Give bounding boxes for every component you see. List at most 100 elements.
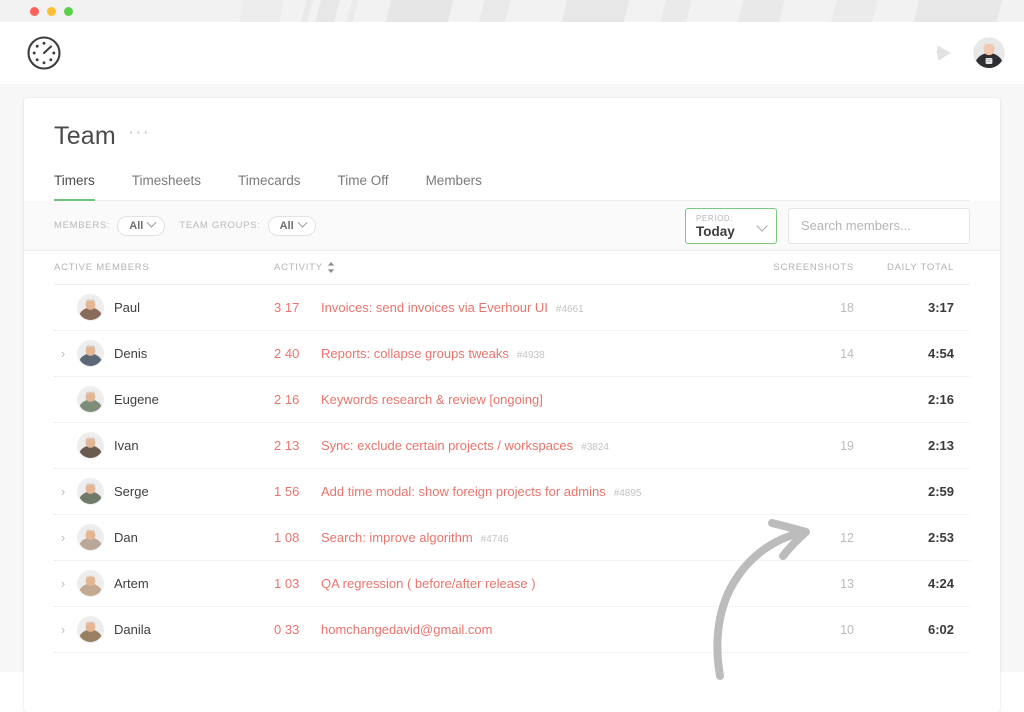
everhour-timer-logo-icon[interactable] <box>26 35 62 71</box>
member-cell: › Serge <box>54 479 274 504</box>
column-header-screenshots: SCREENSHOTS <box>744 262 854 273</box>
team-card: Team ··· Timers Timesheets Timecards Tim… <box>24 98 1000 712</box>
close-window-button[interactable] <box>30 7 39 16</box>
running-timer: 1 08 <box>274 530 321 545</box>
screenshots-count[interactable]: 14 <box>744 347 854 361</box>
avatar <box>78 617 103 642</box>
task-link[interactable]: Add time modal: show foreign projects fo… <box>321 484 606 499</box>
column-header-activity: ACTIVITY <box>274 262 744 273</box>
activity-sort-button[interactable]: ACTIVITY <box>274 262 335 273</box>
tab-timesheets[interactable]: Timesheets <box>132 173 201 200</box>
tab-bar: Timers Timesheets Timecards Time Off Mem… <box>54 173 970 201</box>
daily-total: 4:24 <box>854 576 954 591</box>
running-timer: 2 13 <box>274 438 321 453</box>
table-header-row: ACTIVE MEMBERS ACTIVITY SCREENSHOTS DAIL… <box>54 251 970 285</box>
members-filter-value: All <box>129 220 143 232</box>
maximize-window-button[interactable] <box>64 7 73 16</box>
period-select[interactable]: PERIOD: Today <box>685 208 777 244</box>
expand-row-icon[interactable]: › <box>54 531 72 544</box>
screenshots-count[interactable]: 18 <box>744 301 854 315</box>
daily-total: 2:53 <box>854 530 954 545</box>
team-groups-filter-value: All <box>280 220 294 232</box>
screenshots-count[interactable]: 19 <box>744 439 854 453</box>
running-timer: 2 40 <box>274 346 321 361</box>
expand-row-icon[interactable]: › <box>54 347 72 360</box>
period-value: Today <box>696 224 735 239</box>
table-row[interactable]: ›Paul3 17Invoices: send invoices via Eve… <box>54 285 970 331</box>
avatar <box>78 571 103 596</box>
member-name: Dan <box>114 530 138 545</box>
table-row[interactable]: ›Eugene2 16Keywords research & review [o… <box>54 377 970 423</box>
team-groups-filter-select[interactable]: All <box>268 216 316 236</box>
running-timer: 0 33 <box>274 622 321 637</box>
team-groups-filter: TEAM GROUPS: All <box>179 216 315 236</box>
avatar <box>78 341 103 366</box>
filter-bar-left: MEMBERS: All TEAM GROUPS: All <box>54 216 316 236</box>
running-timer: 1 03 <box>274 576 321 591</box>
avatar <box>78 387 103 412</box>
window-titlebar <box>0 0 1024 22</box>
app-header-actions <box>932 38 1004 68</box>
tab-time-off[interactable]: Time Off <box>338 173 389 200</box>
task-link[interactable]: Sync: exclude certain projects / workspa… <box>321 438 573 453</box>
minimize-window-button[interactable] <box>47 7 56 16</box>
running-timer: 2 16 <box>274 392 321 407</box>
expand-row-icon[interactable]: › <box>54 623 72 636</box>
member-cell: › Artem <box>54 571 274 596</box>
expand-row-icon[interactable]: › <box>54 577 72 590</box>
task-link[interactable]: homchangedavid@gmail.com <box>321 622 492 637</box>
activity-cell: 1 03QA regression ( before/after release… <box>274 576 744 591</box>
chevron-down-icon <box>297 218 307 228</box>
member-name: Eugene <box>114 392 159 407</box>
table-row[interactable]: ›Ivan2 13Sync: exclude certain projects … <box>54 423 970 469</box>
expand-row-icon[interactable]: › <box>54 485 72 498</box>
user-avatar[interactable] <box>974 38 1004 68</box>
task-link[interactable]: Invoices: send invoices via Everhour UI <box>321 300 548 315</box>
browser-window: Team ··· Timers Timesheets Timecards Tim… <box>0 0 1024 672</box>
member-cell: ›Paul <box>54 295 274 320</box>
screenshots-count[interactable]: 10 <box>744 623 854 637</box>
avatar <box>78 479 103 504</box>
member-name: Serge <box>114 484 149 499</box>
column-header-daily-total: DAILY TOTAL <box>854 262 954 273</box>
activity-cell: 0 33homchangedavid@gmail.com <box>274 622 744 637</box>
traffic-lights <box>30 7 73 16</box>
member-name: Artem <box>114 576 149 591</box>
running-timer: 1 56 <box>274 484 321 499</box>
table-row[interactable]: › Serge 1 56Add time modal: show foreign p… <box>54 469 970 515</box>
daily-total: 2:59 <box>854 484 954 499</box>
table-row[interactable]: › Dan 1 08Search: improve algorithm #4746 12… <box>54 515 970 561</box>
screenshots-count[interactable]: 13 <box>744 577 854 591</box>
avatar <box>78 433 103 458</box>
table-row[interactable]: › Artem 1 03QA regression ( before/after r… <box>54 561 970 607</box>
task-link[interactable]: Search: improve algorithm <box>321 530 473 545</box>
tab-timecards[interactable]: Timecards <box>238 173 301 200</box>
task-id: #4895 <box>614 488 642 499</box>
search-members-input[interactable] <box>788 208 970 244</box>
more-options-icon[interactable]: ··· <box>128 123 150 150</box>
tab-timers[interactable]: Timers <box>54 173 95 200</box>
avatar <box>78 525 103 550</box>
task-id: #4938 <box>517 350 545 361</box>
card-header: Team ··· Timers Timesheets Timecards Tim… <box>24 98 1000 201</box>
play-timer-icon[interactable] <box>932 42 954 64</box>
member-cell: ›Ivan <box>54 433 274 458</box>
app-header <box>0 22 1024 84</box>
task-link[interactable]: Keywords research & review [ongoing] <box>321 392 543 407</box>
table-row[interactable]: ›Danila0 33homchangedavid@gmail.com106:0… <box>54 607 970 653</box>
tab-members[interactable]: Members <box>426 173 482 200</box>
activity-cell: 2 16Keywords research & review [ongoing] <box>274 392 744 407</box>
member-name: Denis <box>114 346 147 361</box>
task-id: #3824 <box>581 442 609 453</box>
table-row[interactable]: › Denis 2 40Reports: collapse groups tweak… <box>54 331 970 377</box>
members-filter-select[interactable]: All <box>117 216 165 236</box>
chevron-down-icon <box>756 220 767 231</box>
screenshots-count[interactable]: 12 <box>744 531 854 545</box>
task-link[interactable]: Reports: collapse groups tweaks <box>321 346 509 361</box>
member-cell: ›Danila <box>54 617 274 642</box>
period-label: PERIOD: <box>696 213 735 224</box>
activity-cell: 1 08Search: improve algorithm #4746 <box>274 530 744 545</box>
task-id: #4746 <box>481 534 509 545</box>
activity-cell: 2 40Reports: collapse groups tweaks #4938 <box>274 346 744 361</box>
task-link[interactable]: QA regression ( before/after release ) <box>321 576 536 591</box>
